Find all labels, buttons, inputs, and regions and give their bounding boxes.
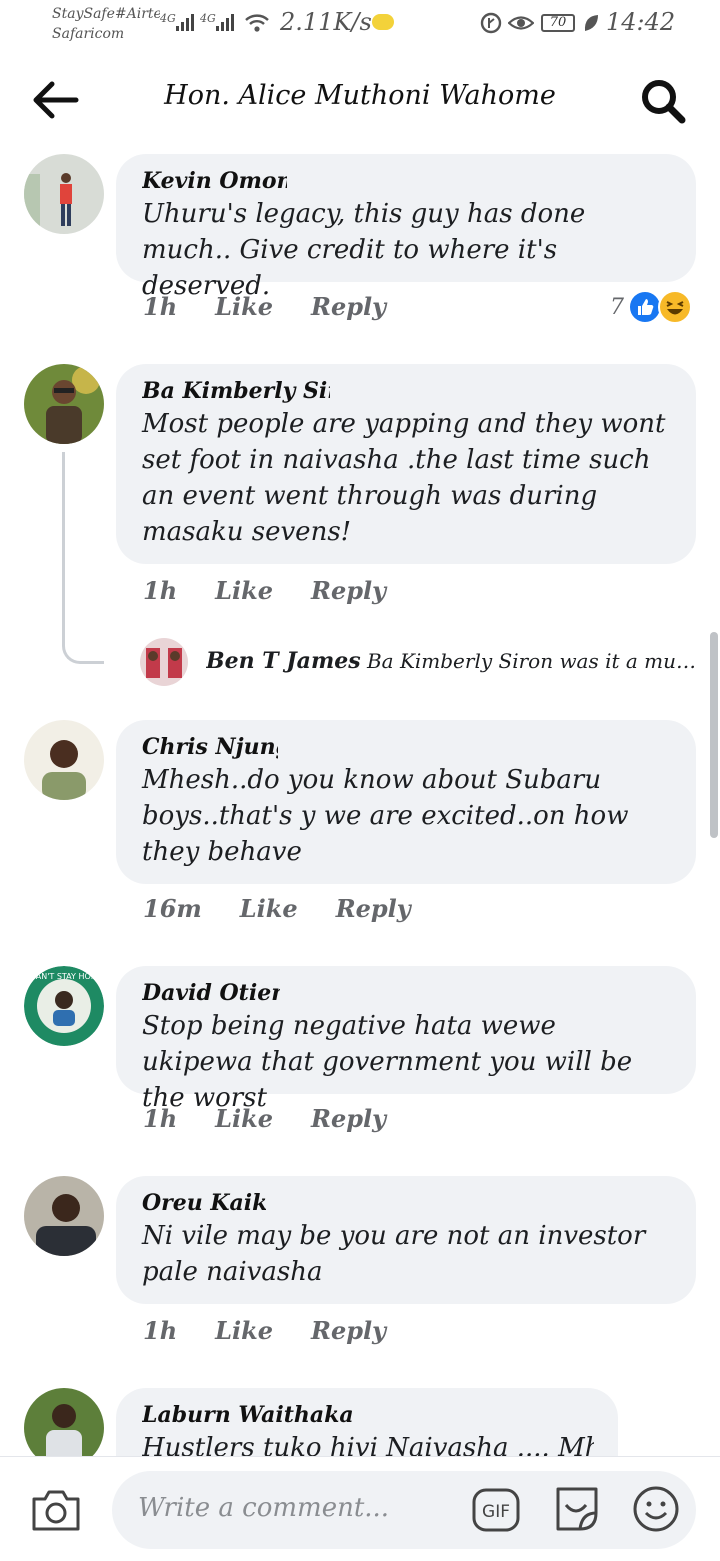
reply-button[interactable]: Reply	[336, 894, 411, 923]
reply-button[interactable]: Reply	[311, 576, 386, 605]
like-button[interactable]: Like	[215, 1316, 273, 1345]
signal-icon	[216, 14, 234, 31]
data-saver-icon	[480, 12, 502, 34]
arrow-left-icon[interactable]	[30, 78, 80, 122]
comment-bubble[interactable]: Chris Njunge Mhesh..do you know about Su…	[116, 720, 696, 884]
comment-text: Stop being negative hata wewe ukipewa th…	[142, 1011, 633, 1113]
comment-author[interactable]: Chris Njunge	[142, 732, 278, 762]
comment-bubble[interactable]: David Otieno Stop being negative hata we…	[116, 966, 696, 1113]
comment-author[interactable]: Ba Kimberly Siron	[142, 376, 330, 406]
reply-snippet: Ba Kimberly Siron was it a must ev...	[366, 649, 706, 673]
message-notification-icon	[372, 14, 394, 30]
status-bar: StaySafe#Airtel Safaricom 4G 4G 2.11K/s …	[0, 0, 720, 50]
sticker-icon[interactable]	[552, 1483, 602, 1535]
carrier-line-1: StaySafe#Airtel	[52, 6, 160, 22]
comment-time: 1h	[143, 576, 178, 605]
reaction-summary[interactable]: 7	[610, 290, 692, 324]
comment-actions: 1h Like Reply	[143, 1104, 386, 1133]
network-type-1: 4G	[160, 12, 176, 25]
comment-author[interactable]: David Otieno	[142, 978, 280, 1008]
comment-text: Mhesh..do you know about Subaru boys..th…	[142, 765, 629, 867]
comment-actions: 1h Like Reply	[143, 1316, 386, 1345]
thread-connector	[62, 452, 104, 664]
avatar[interactable]	[140, 638, 188, 686]
search-icon[interactable]	[638, 76, 688, 126]
like-button[interactable]: Like	[240, 894, 298, 923]
reply-preview-text: Ben T James Ba Kimberly Siron was it a m…	[206, 648, 706, 674]
comment-author[interactable]: Laburn Waithaka	[142, 1400, 594, 1430]
network-type-2: 4G	[200, 12, 216, 25]
gif-label: GIF	[482, 1502, 510, 1522]
reply-preview[interactable]: Ben T James Ba Kimberly Siron was it a m…	[140, 638, 710, 688]
app-header: Hon. Alice Muthoni Wahome	[0, 60, 720, 140]
like-reaction-icon	[628, 290, 662, 324]
scrollbar[interactable]	[710, 632, 718, 838]
network-speed: 2.11K/s	[280, 8, 372, 36]
haha-reaction-icon	[658, 290, 692, 324]
eye-comfort-icon	[508, 16, 534, 30]
reply-button[interactable]: Reply	[311, 292, 386, 321]
comment-time: 1h	[143, 292, 178, 321]
leaf-icon	[584, 15, 598, 31]
avatar[interactable]	[24, 720, 104, 800]
comment-actions: 16m Like Reply	[143, 894, 411, 923]
comment-text: Uhuru's legacy, this guy has done much..…	[142, 199, 586, 301]
comment-actions: 1h Like Reply	[143, 292, 386, 321]
signal-icon	[176, 14, 194, 31]
like-button[interactable]: Like	[215, 292, 273, 321]
avatar[interactable]	[24, 1176, 104, 1256]
comment-bubble[interactable]: Oreu Kaikai Ni vile may be you are not a…	[116, 1176, 696, 1304]
comment-text: Most people are yapping and they wont se…	[142, 409, 666, 547]
comment-actions: 1h Like Reply	[143, 576, 386, 605]
avatar[interactable]	[24, 154, 104, 234]
avatar[interactable]	[24, 364, 104, 444]
comment-time: 1h	[143, 1316, 178, 1345]
comment-time: 16m	[143, 894, 202, 923]
avatar-badge-text: I CAN'T STAY HOME	[25, 972, 102, 981]
comment-composer: Write a comment... GIF	[0, 1456, 720, 1561]
reply-button[interactable]: Reply	[311, 1104, 386, 1133]
avatar[interactable]: I CAN'T STAY HOME	[24, 966, 104, 1046]
emoji-icon[interactable]	[632, 1485, 680, 1533]
reaction-count: 7	[610, 294, 624, 320]
reply-button[interactable]: Reply	[311, 1316, 386, 1345]
like-button[interactable]: Like	[215, 576, 273, 605]
comment-author[interactable]: Kevin Omondi	[142, 166, 287, 196]
comment-author[interactable]: Oreu Kaikai	[142, 1188, 266, 1218]
battery-icon: 70	[541, 14, 575, 32]
clock: 14:42	[606, 8, 676, 36]
camera-icon[interactable]	[30, 1487, 82, 1533]
comment-time: 1h	[143, 1104, 178, 1133]
gif-icon[interactable]: GIF	[472, 1487, 520, 1533]
comment-placeholder: Write a comment...	[138, 1493, 390, 1523]
comment-bubble[interactable]: Kevin Omondi Uhuru's legacy, this guy ha…	[116, 154, 696, 301]
like-button[interactable]: Like	[215, 1104, 273, 1133]
carrier-info: StaySafe#Airtel Safaricom	[52, 4, 160, 44]
comment-bubble[interactable]: Ba Kimberly Siron Most people are yappin…	[116, 364, 696, 564]
comment-input[interactable]: Write a comment...	[112, 1471, 696, 1549]
wifi-icon	[245, 14, 269, 32]
comment-text: Ni vile may be you are not an investor p…	[142, 1221, 646, 1287]
carrier-line-2: Safaricom	[52, 26, 125, 42]
reply-author[interactable]: Ben T James	[206, 648, 361, 674]
page-title: Hon. Alice Muthoni Wahome	[164, 80, 556, 111]
